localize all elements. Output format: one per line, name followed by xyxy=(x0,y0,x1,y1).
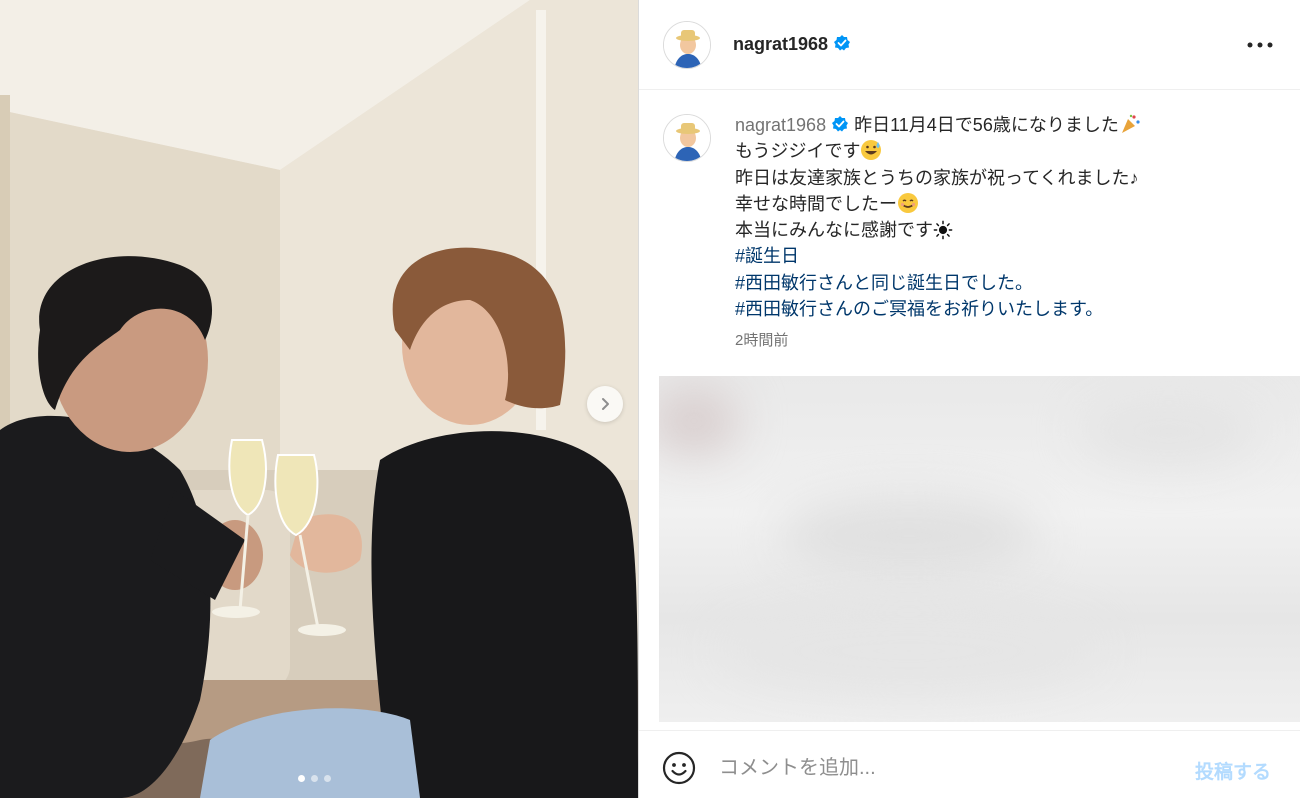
blurred-comments-area xyxy=(659,376,1300,722)
caption-text: nagrat1968 昨日11月4日で56歳になりました もうジジイです 昨日は… xyxy=(735,112,1275,355)
chevron-right-icon xyxy=(602,398,609,410)
sun-icon xyxy=(933,220,953,240)
avatar-illustration xyxy=(664,115,710,161)
more-options-icon xyxy=(1247,42,1273,48)
hashtag-link[interactable]: #西田敏行さんのご冥福をお祈りいたします。 xyxy=(735,299,1103,319)
emoji-picker-button[interactable] xyxy=(662,751,696,785)
blur-blob xyxy=(659,386,739,456)
post-photo[interactable] xyxy=(0,0,638,798)
verified-badge-icon xyxy=(832,116,849,132)
caption-line: もうジジイです xyxy=(735,141,861,162)
verified-badge-icon xyxy=(834,35,851,51)
caption-username[interactable]: nagrat1968 xyxy=(735,115,826,135)
grinning-sweat-icon xyxy=(861,140,882,161)
post-timestamp[interactable]: 2時間前 xyxy=(735,328,1275,354)
hashtag-link[interactable]: #西田敏行さんと同じ誕生日でした。 xyxy=(735,273,1033,293)
caption-line: 本当にみんなに感謝です xyxy=(735,220,933,241)
emoji-picker-icon xyxy=(662,751,696,785)
avatar[interactable] xyxy=(663,21,711,69)
party-popper-icon xyxy=(1121,114,1140,133)
carousel-indicator xyxy=(298,775,331,782)
instagram-post: nagrat1968 nagrat1968 昨日11月4日で56歳になりました … xyxy=(0,0,1300,798)
username-text[interactable]: nagrat1968 xyxy=(733,34,828,54)
comment-bar: 投稿する xyxy=(639,730,1300,798)
caption-line: 昨日11月4日で56歳になりました xyxy=(854,115,1119,135)
post-sidebar: nagrat1968 nagrat1968 昨日11月4日で56歳になりました … xyxy=(638,0,1300,798)
caption-avatar[interactable] xyxy=(663,114,711,162)
carousel-dot xyxy=(324,775,331,782)
more-options-button[interactable] xyxy=(1245,30,1275,60)
blur-blob xyxy=(779,496,1039,576)
caption-line: 幸せな時間でしたー xyxy=(735,193,897,214)
comment-input[interactable] xyxy=(719,753,1159,783)
post-author-username[interactable]: nagrat1968 xyxy=(733,34,851,55)
blur-blob xyxy=(1079,396,1259,466)
caption-line: 昨日は友達家族とうちの家族が祝ってくれました♪ xyxy=(735,167,1139,188)
blur-blob xyxy=(719,606,1099,696)
photo-scene xyxy=(0,0,638,798)
smiling-face-icon xyxy=(898,192,918,213)
carousel-dot xyxy=(298,775,305,782)
avatar-illustration xyxy=(664,22,710,68)
carousel-next-button[interactable] xyxy=(587,386,623,422)
carousel-dot xyxy=(311,775,318,782)
hashtag-link[interactable]: #誕生日 xyxy=(735,246,799,266)
post-comment-button[interactable]: 投稿する xyxy=(1195,757,1271,784)
post-header: nagrat1968 xyxy=(639,0,1300,90)
